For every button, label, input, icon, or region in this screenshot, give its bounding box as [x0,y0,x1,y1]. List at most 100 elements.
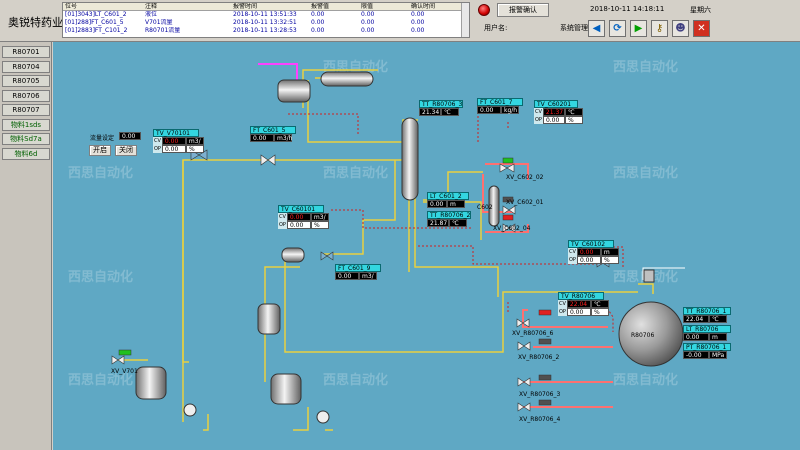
instrument-row: -0.00 MPa [683,351,731,359]
label-xv-v701: XV_V701 [111,368,138,375]
instrument-unit: % [310,221,329,229]
receiver-tank [320,71,374,87]
instrument-tt-r80706-1[interactable]: TT_R80706_1 22.04 ℃ [683,307,731,323]
instrument-unit: % [185,145,204,153]
instrument-value: 0.00 [250,134,274,142]
distillation-column [401,117,419,201]
alarm-cell: 2018-10-11 13:28:53 [233,27,297,34]
sidebar-item-4[interactable]: R80707 [2,104,50,116]
valve-r80706-2-status[interactable] [538,338,552,345]
instrument-value: 0.00 [477,106,501,114]
instrument-unit: m3/ [359,272,377,280]
alarm-cell: V701流量 [145,19,173,26]
close-icon[interactable]: ✕ [693,20,710,37]
instrument-row: 21.34 ℃ [419,108,463,116]
valve-v701-status[interactable] [118,349,132,356]
flow-open-button[interactable]: 开启 [89,145,111,156]
sidebar-item-3[interactable]: R80706 [2,89,50,102]
sidebar-item-5[interactable]: 物料1sds [2,118,50,131]
hot-pipes [482,163,613,408]
alarm-ack-button[interactable]: 报警确认 [497,3,549,17]
label-column: C602 [477,204,493,211]
instrument-tag: LT_C601_2 [427,192,469,200]
valve-c602-02-status[interactable] [502,157,514,164]
alarm-table[interactable]: 位号 注释 报警时间 报警值 限值 确认时间 [01]3043]LT_C601_… [62,2,470,38]
arrow-right-icon[interactable]: ▶ [630,20,647,37]
alarm-cell: 0.00 [411,27,425,34]
alarm-cell: 0.00 [361,19,375,26]
instrument-tt-r80706-3[interactable]: TT_R80706_3 21.34 ℃ [419,100,463,116]
instrument-value: 0.00 [286,221,311,229]
instrument-unit: ℃ [590,300,609,308]
instrument-row-label: CV [278,213,287,221]
alarm-cell: 0.00 [311,27,325,34]
instrument-value: 0.00 [286,213,311,221]
refresh-icon[interactable]: ⟳ [609,20,626,37]
instrument-tv-r80706[interactable]: TV_R80706 CV 22.04 ℃ OP 0.00% [558,292,609,316]
instrument-tag: TT_R80706_1 [683,307,731,315]
instrument-row: 0.00 m3/ [335,272,381,280]
pump-1-icon[interactable] [183,403,197,417]
sidebar-item-1[interactable]: R80704 [2,60,50,73]
instrument-tt-r80706-2[interactable]: TT_R80706_2 21.87 ℃ [427,211,471,227]
instrument-lt-r80706[interactable]: LT_R80706 0.00 m [683,325,731,341]
alarm-cell: 2018-10-11 13:32:51 [233,19,297,26]
instrument-tag: PT_R80706_1 [683,343,731,351]
instrument-lt-c601-2[interactable]: LT_C601_2 0.00 m [427,192,469,208]
instrument-ft-c601-7[interactable]: FT_C601_7 0.00 kg/h [477,98,523,114]
alarm-row[interactable]: [01]3043]LT_C601_2 液位 2018-10-11 13:51:33 0… [63,11,469,19]
instrument-tv-c60201[interactable]: TV_C60201 CV 21.37 ℃ OP 0.00% [534,100,583,124]
sidebar-item-0[interactable]: R80701 [2,46,50,58]
instrument-tag: TV_C60101 [278,205,324,213]
instrument-value: 0.00 [335,272,359,280]
sidebar-item-2[interactable]: R80705 [2,75,50,87]
instrument-row-label: CV [534,108,543,116]
instrument-tv-c60101[interactable]: TV_C60101 CV 0.00 m3/OP 0.00% [278,205,329,229]
arrow-left-icon[interactable]: ◀ [588,20,605,37]
instrument-row: OP 0.00% [558,308,609,316]
alarm-lamp-icon [478,4,490,16]
key-icon[interactable]: ⚷ [651,20,668,37]
sidebar-item-6[interactable]: 物料Sd7a [2,133,50,145]
flow-setpoint-value[interactable]: 0.00 [119,132,141,140]
alarm-row[interactable]: [01]2883]FT_C101_2 R80701流量 2018-10-11 13:… [63,27,469,35]
instrument-tv-c60102[interactable]: TV_C60102 CV 0.00 m OP 0.00% [568,240,619,264]
alarm-col-time: 报警时间 [233,3,258,10]
instrument-row: OP 0.00% [153,145,204,153]
instrument-unit: m3/ [185,137,204,145]
weekday: 星期六 [690,6,711,14]
instrument-tv-v70101[interactable]: TV_V70101 CV 0.00 m3/OP 0.00% [153,129,204,153]
sidebar-item-7[interactable]: 物料6d [2,147,50,160]
alarm-scrollbar[interactable] [461,3,469,37]
instrument-ft-c601-5[interactable]: FT_C601_5 0.00 m3/h [250,126,296,142]
valve-r80706-3-status[interactable] [538,374,552,381]
valve-c602-04-status[interactable] [502,214,514,221]
instrument-value: 22.04 [683,315,709,323]
valve-r80706-4-status[interactable] [538,399,552,406]
instrument-ft-c601-9[interactable]: FT_C601_9 0.00 m3/ [335,264,381,280]
instrument-unit: % [600,256,619,264]
valve-r80706-6-status[interactable] [538,309,552,316]
instrument-value: 21.37 [542,108,565,116]
alarm-table-header: 位号 注释 报警时间 报警值 限值 确认时间 [63,3,469,11]
alarm-cell: [01]288]FT_C601_5 [65,19,124,26]
alarm-cell: 0.00 [361,27,375,34]
alarm-row[interactable]: [01]288]FT_C601_5 V701流量 2018-10-11 13:32:… [63,19,469,27]
app-title: 奥锐特药业 [8,16,63,29]
flow-close-button[interactable]: 关闭 [115,145,137,156]
alarm-cell: [01]3043]LT_C601_2 [65,11,127,18]
instrument-row-label: CV [153,137,162,145]
instrument-unit: kg/h [501,106,519,114]
pump-2-icon[interactable] [316,410,330,424]
instrument-row-label: CV [568,248,577,256]
instrument-unit: ℃ [449,219,467,227]
label-xv-r4: XV_R80706_4 [519,416,561,423]
instrument-value: 21.34 [419,108,441,116]
instrument-value: 0.00 [161,137,186,145]
instrument-row-label: OP [278,221,287,229]
instrument-row: OP 0.00% [568,256,619,264]
user-icon[interactable]: ☻ [672,20,689,37]
instrument-pt-r80706-1[interactable]: PT_R80706_1 -0.00 MPa [683,343,731,359]
instrument-value: 0.00 [542,116,565,124]
instrument-unit: ℃ [564,108,583,116]
